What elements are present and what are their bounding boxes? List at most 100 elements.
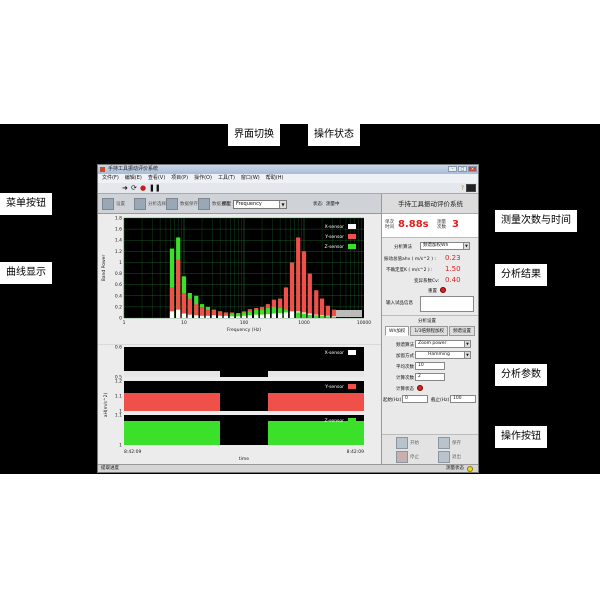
data-save-button[interactable]: 数据保存 — [166, 197, 198, 211]
query-icon — [198, 198, 210, 210]
legend-swatch — [348, 234, 356, 239]
pause-icon[interactable]: ❚❚ — [149, 185, 161, 192]
legend-swatch — [348, 244, 356, 249]
menu-item-1[interactable]: 编辑(E) — [125, 174, 142, 183]
cv-value: 0.40 — [445, 276, 461, 284]
save-icon — [166, 198, 178, 210]
tab-wh[interactable]: Wh加权 — [385, 326, 410, 336]
start-input[interactable]: 0 — [402, 395, 428, 403]
save-button-label: 保存 — [452, 441, 461, 446]
bar-X-sensor — [236, 316, 241, 318]
exit-icon — [438, 451, 450, 463]
legend-label: Z-sensor — [324, 244, 344, 250]
bar-X-sensor — [211, 315, 216, 318]
reset-label: 重置 — [428, 289, 437, 294]
analysis-select-button[interactable]: 分析选择 — [134, 197, 166, 211]
callout-op-buttons: 操作按钮 — [495, 426, 547, 448]
count-value: 3 — [452, 219, 459, 230]
bar-X-sensor — [289, 311, 295, 318]
time-legend-swatch — [348, 384, 356, 389]
zoom-select[interactable]: Zoom power ▼ — [415, 340, 471, 348]
y-tick-label: 1.6 — [115, 227, 122, 233]
calc-count-display: 2 — [415, 373, 445, 381]
bar-X-sensor — [283, 312, 289, 318]
bar-Y-sensor — [301, 251, 307, 318]
method-select-value: 频谱加权Wh — [423, 243, 449, 248]
params-title: 分析设置 — [418, 319, 436, 324]
help-icon[interactable]: ? — [461, 185, 464, 192]
stop-icon — [396, 451, 408, 463]
app-icon — [100, 167, 105, 172]
run-continuous-icon[interactable]: ⟳ — [131, 185, 137, 192]
window-label: 加窗方式 — [396, 354, 414, 359]
method-label: 分析算法 — [394, 245, 412, 250]
save-button[interactable]: 保存 — [438, 437, 461, 449]
chevron-down-icon: ▼ — [464, 352, 470, 358]
analysis-result-box: 分析算法 频谱加权Wh ▼ 振动总值ahv ( m/s^2 ) : 0.23 不… — [382, 238, 478, 316]
zoom-label: 频谱算法 — [396, 343, 414, 348]
time-x-axis-label: time — [239, 456, 249, 462]
calc-label: 计算次数 — [396, 376, 414, 381]
menu-item-6[interactable]: 窗口(W) — [241, 174, 260, 183]
time-y-tick: 0.6 — [115, 345, 122, 351]
menu-item-0[interactable]: 文件(F) — [102, 174, 119, 183]
settings-button[interactable]: 设置 — [102, 197, 125, 211]
bar-X-sensor — [187, 314, 192, 318]
specimen-info-input[interactable] — [420, 296, 474, 312]
input-label: 输入试品信息 — [386, 301, 413, 306]
avg-input[interactable]: 10 — [415, 362, 445, 370]
bar-X-sensor — [265, 314, 270, 318]
x-tick-label: 1 — [123, 320, 126, 326]
analysis-icon — [134, 198, 146, 210]
menu-item-5[interactable]: 工具(T) — [218, 174, 235, 183]
k-label: 不确定度K ( m/s^2 ) : — [386, 268, 433, 273]
menu-item-3[interactable]: 项目(P) — [171, 174, 188, 183]
bar-X-sensor — [278, 313, 283, 318]
window-select[interactable]: Hamming ▼ — [415, 351, 471, 359]
menu-item-2[interactable]: 查看(V) — [148, 174, 165, 183]
menu-item-4[interactable]: 操作(O) — [194, 174, 212, 183]
callout-op-status: 操作状态 — [308, 124, 360, 146]
start-label: 起始(Hz) — [383, 398, 402, 403]
mode-select[interactable]: Frequency ▼ — [233, 200, 287, 209]
stop-button[interactable]: 停止 — [396, 451, 419, 463]
method-select[interactable]: 频谱加权Wh ▼ — [420, 242, 470, 250]
close-button[interactable]: × — [468, 166, 477, 172]
single-time-label: 单次时间 — [385, 220, 394, 230]
status-left: 提取进度 — [101, 466, 119, 471]
bar-Z-sensor — [325, 316, 330, 318]
y-tick-label: 0.2 — [115, 304, 122, 310]
bar-Z-sensor — [307, 314, 312, 318]
tab-octave[interactable]: 1/3倍频程加权 — [410, 326, 449, 336]
run-arrow-icon[interactable]: ➜ — [122, 185, 128, 192]
y-tick-label: 0.4 — [115, 293, 122, 299]
chevron-down-icon: ▼ — [463, 243, 469, 249]
bar-X-sensor — [176, 309, 181, 318]
operation-buttons: 开始 保存 停止 退出 — [382, 434, 478, 464]
bar-Y-sensor — [307, 273, 312, 318]
legend-label: Y-sensor — [324, 234, 344, 240]
bar-Z-sensor — [314, 315, 319, 318]
tab-spectrum[interactable]: 频谱设置 — [449, 326, 476, 336]
time-x-tick: 8:42:09 — [347, 449, 364, 455]
stop-button-label: 停止 — [410, 455, 419, 460]
abort-icon[interactable]: ● — [140, 185, 146, 192]
exit-button[interactable]: 退出 — [438, 451, 461, 463]
bar-X-sensor — [194, 315, 199, 318]
stop-input[interactable]: 100 — [450, 395, 476, 403]
time-y-tick: 1.1 — [115, 394, 122, 400]
bar-Y-sensor — [289, 262, 295, 318]
maximize-button[interactable]: □ — [458, 166, 467, 172]
menu-item-7[interactable]: 帮助(H) — [266, 174, 284, 183]
monitor-icon — [466, 184, 476, 192]
start-button[interactable]: 开始 — [396, 437, 419, 449]
panel-title: 手持工具振动评价系统 — [382, 194, 478, 214]
bar-X-sensor — [254, 314, 259, 318]
window-select-value: Hamming — [428, 352, 450, 357]
time-legend-swatch — [348, 418, 356, 423]
minimize-button[interactable]: – — [448, 166, 457, 172]
ahv-value: 0.23 — [445, 254, 461, 262]
start-button-label: 开始 — [410, 441, 419, 446]
reset-button[interactable] — [440, 287, 446, 293]
x-tick-label: 1000 — [298, 320, 310, 326]
